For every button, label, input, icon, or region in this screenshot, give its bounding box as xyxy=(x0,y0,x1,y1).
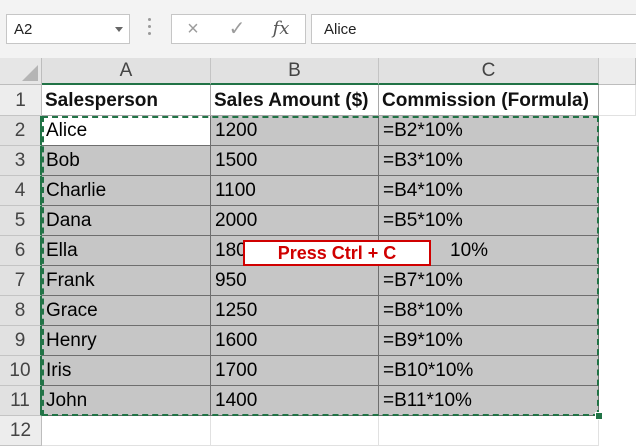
formula-bar: A2 × ✓ fx Alice xyxy=(0,0,636,59)
cell-a11[interactable]: John xyxy=(42,386,211,416)
empty-cell[interactable] xyxy=(379,416,599,446)
chevron-down-icon[interactable] xyxy=(115,27,123,32)
cell-b11[interactable]: 1400 xyxy=(211,386,379,416)
formula-input-value: Alice xyxy=(324,21,357,38)
cell-c4[interactable]: =B4*10% xyxy=(379,176,599,206)
cell-a9[interactable]: Henry xyxy=(42,326,211,356)
keyboard-shortcut-callout: Press Ctrl + C xyxy=(243,240,431,266)
insert-function-icon[interactable]: fx xyxy=(266,17,296,41)
row-header-9[interactable]: 9 xyxy=(0,326,42,356)
cell-b3[interactable]: 1500 xyxy=(211,146,379,176)
more-options-icon xyxy=(148,18,152,40)
row-header-12[interactable]: 12 xyxy=(0,416,42,446)
table-header-commission[interactable]: Commission (Formula) xyxy=(379,85,599,116)
cell-b10[interactable]: 1700 xyxy=(211,356,379,386)
row-header-4[interactable]: 4 xyxy=(0,176,42,206)
empty-cell[interactable] xyxy=(42,416,211,446)
name-box-value: A2 xyxy=(14,21,33,38)
cell-b7[interactable]: 950 xyxy=(211,266,379,296)
cell-b4[interactable]: 1100 xyxy=(211,176,379,206)
fill-handle[interactable] xyxy=(595,412,603,420)
check-icon[interactable]: ✓ xyxy=(222,17,252,41)
cell-a10[interactable]: Iris xyxy=(42,356,211,386)
row-header-3[interactable]: 3 xyxy=(0,146,42,176)
cancel-icon[interactable]: × xyxy=(178,17,208,41)
name-box[interactable]: A2 xyxy=(6,14,130,44)
row-header-11[interactable]: 11 xyxy=(0,386,42,416)
select-all-button[interactable] xyxy=(0,58,42,85)
row-header-2[interactable]: 2 xyxy=(0,116,42,146)
row-header-6[interactable]: 6 xyxy=(0,236,42,266)
column-header-a[interactable]: A xyxy=(42,58,211,85)
row-header-1[interactable]: 1 xyxy=(0,85,42,116)
column-header-b[interactable]: B xyxy=(211,58,379,85)
row-header-8[interactable]: 8 xyxy=(0,296,42,326)
cell-b2[interactable]: 1200 xyxy=(211,116,379,146)
cell-c10[interactable]: =B10*10% xyxy=(379,356,599,386)
table-header-salesperson[interactable]: Salesperson xyxy=(42,85,211,116)
column-header-d[interactable] xyxy=(599,58,636,85)
cell-b9[interactable]: 1600 xyxy=(211,326,379,356)
cell-a3[interactable]: Bob xyxy=(42,146,211,176)
cell-a4[interactable]: Charlie xyxy=(42,176,211,206)
cell-c9[interactable]: =B9*10% xyxy=(379,326,599,356)
cell-a7[interactable]: Frank xyxy=(42,266,211,296)
row-header-5[interactable]: 5 xyxy=(0,206,42,236)
cell-a6[interactable]: Ella xyxy=(42,236,211,266)
cell-c8[interactable]: =B8*10% xyxy=(379,296,599,326)
cell-c3[interactable]: =B3*10% xyxy=(379,146,599,176)
cell-a8[interactable]: Grace xyxy=(42,296,211,326)
formula-buttons: × ✓ fx xyxy=(171,14,306,44)
empty-cell[interactable] xyxy=(211,416,379,446)
column-header-c[interactable]: C xyxy=(379,58,599,85)
cell-c5[interactable]: =B5*10% xyxy=(379,206,599,236)
row-header-10[interactable]: 10 xyxy=(0,356,42,386)
table-header-sales-amount[interactable]: Sales Amount ($) xyxy=(211,85,379,116)
cell-a5[interactable]: Dana xyxy=(42,206,211,236)
cell-c11[interactable]: =B11*10% xyxy=(379,386,599,416)
cell-c7[interactable]: =B7*10% xyxy=(379,266,599,296)
cell-b5[interactable]: 2000 xyxy=(211,206,379,236)
empty-cell[interactable] xyxy=(599,85,636,116)
formula-input[interactable]: Alice xyxy=(311,14,636,44)
cell-a2-active[interactable]: Alice xyxy=(42,116,211,146)
row-header-7[interactable]: 7 xyxy=(0,266,42,296)
cell-c2[interactable]: =B2*10% xyxy=(379,116,599,146)
cell-b8[interactable]: 1250 xyxy=(211,296,379,326)
